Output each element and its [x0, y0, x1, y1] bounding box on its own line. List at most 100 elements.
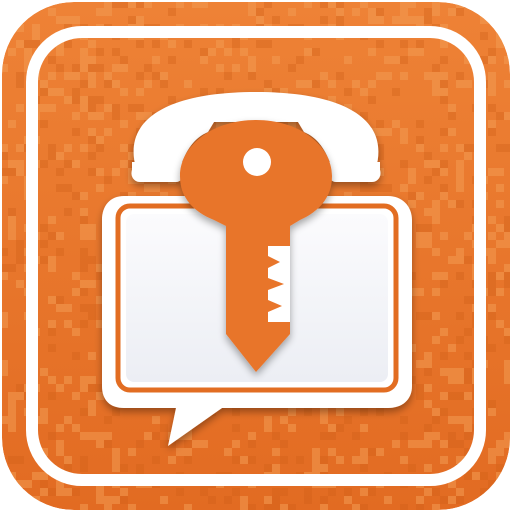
pixel-tile: [64, 208, 72, 216]
pixel-tile: [408, 168, 416, 176]
pixel-tile: [352, 432, 360, 440]
pixel-tile: [248, 440, 256, 448]
pixel-tile: [248, 432, 256, 440]
pixel-tile: [216, 40, 224, 48]
pixel-tile: [496, 112, 504, 120]
pixel-tile: [464, 256, 472, 264]
pixel-tile: [104, 416, 112, 424]
pixel-tile: [248, 64, 256, 72]
pixel-tile: [440, 184, 448, 192]
pixel-tile: [88, 152, 96, 160]
pixel-tile: [320, 408, 328, 416]
pixel-tile: [56, 384, 64, 392]
pixel-tile: [104, 432, 112, 440]
pixel-tile: [336, 8, 344, 16]
pixel-tile: [440, 456, 448, 464]
pixel-tile: [2, 488, 8, 496]
pixel-tile: [88, 384, 96, 392]
pixel-tile: [8, 168, 16, 176]
pixel-tile: [488, 80, 496, 88]
pixel-tile: [320, 504, 328, 510]
pixel-tile: [88, 80, 96, 88]
pixel-tile: [336, 408, 344, 416]
pixel-tile: [432, 2, 440, 8]
pixel-tile: [448, 368, 456, 376]
pixel-tile: [80, 80, 88, 88]
pixel-tile: [456, 416, 464, 424]
pixel-tile: [440, 72, 448, 80]
pixel-tile: [64, 72, 72, 80]
pixel-tile: [104, 2, 112, 8]
pixel-tile: [88, 312, 96, 320]
pixel-tile: [504, 432, 510, 440]
pixel-tile: [88, 224, 96, 232]
pixel-tile: [496, 8, 504, 16]
pixel-tile: [120, 56, 128, 64]
pixel-tile: [496, 40, 504, 48]
pixel-tile: [288, 424, 296, 432]
pixel-tile: [432, 336, 440, 344]
pixel-tile: [224, 448, 232, 456]
pixel-tile: [432, 312, 440, 320]
pixel-tile: [456, 392, 464, 400]
pixel-tile: [296, 456, 304, 464]
pixel-tile: [296, 80, 304, 88]
pixel-tile: [96, 440, 104, 448]
pixel-tile: [16, 144, 24, 152]
pixel-tile: [16, 40, 24, 48]
pixel-tile: [16, 24, 24, 32]
pixel-tile: [416, 192, 424, 200]
pixel-tile: [488, 248, 496, 256]
pixel-tile: [272, 16, 280, 24]
pixel-tile: [16, 168, 24, 176]
pixel-tile: [432, 160, 440, 168]
pixel-tile: [8, 208, 16, 216]
pixel-tile: [504, 144, 510, 152]
pixel-tile: [496, 272, 504, 280]
pixel-tile: [96, 144, 104, 152]
pixel-tile: [16, 240, 24, 248]
pixel-tile: [424, 8, 432, 16]
pixel-tile: [128, 104, 136, 112]
pixel-tile: [8, 120, 16, 128]
pixel-tile: [80, 456, 88, 464]
pixel-tile: [440, 88, 448, 96]
pixel-tile: [80, 48, 88, 56]
pixel-tile: [488, 232, 496, 240]
pixel-tile: [456, 72, 464, 80]
pixel-tile: [360, 88, 368, 96]
pixel-tile: [32, 32, 40, 40]
pixel-tile: [8, 416, 16, 424]
pixel-tile: [256, 8, 264, 16]
pixel-tile: [200, 440, 208, 448]
pixel-tile: [40, 160, 48, 168]
pixel-tile: [456, 184, 464, 192]
pixel-tile: [120, 120, 128, 128]
pixel-tile: [480, 16, 488, 24]
pixel-tile: [56, 64, 64, 72]
pixel-tile: [488, 16, 496, 24]
pixel-tile: [48, 56, 56, 64]
pixel-tile: [456, 488, 464, 496]
pixel-tile: [400, 432, 408, 440]
pixel-tile: [8, 400, 16, 408]
pixel-tile: [464, 328, 472, 336]
pixel-tile: [248, 72, 256, 80]
pixel-tile: [120, 144, 128, 152]
pixel-tile: [384, 72, 392, 80]
pixel-tile: [496, 472, 504, 480]
pixel-tile: [72, 288, 80, 296]
pixel-tile: [48, 216, 56, 224]
pixel-tile: [368, 488, 376, 496]
pixel-tile: [440, 168, 448, 176]
pixel-tile: [456, 200, 464, 208]
pixel-tile: [272, 496, 280, 504]
pixel-tile: [464, 152, 472, 160]
app-icon-graphic: [2, 2, 510, 510]
pixel-tile: [48, 376, 56, 384]
pixel-tile: [448, 200, 456, 208]
pixel-tile: [360, 456, 368, 464]
pixel-tile: [8, 408, 16, 416]
pixel-tile: [416, 288, 424, 296]
pixel-tile: [496, 2, 504, 8]
